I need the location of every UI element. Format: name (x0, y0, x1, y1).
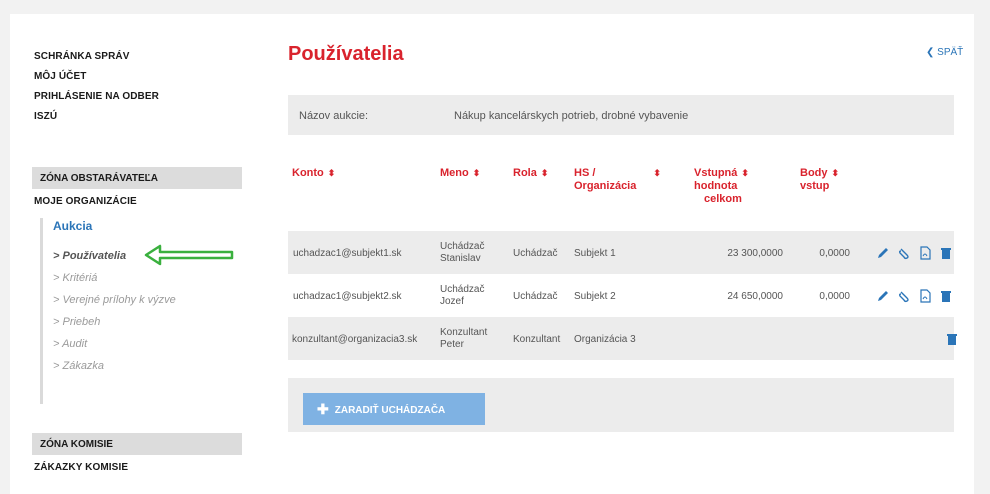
cell-name: Uchádzač Stanislav (440, 241, 485, 264)
subnav-criteria[interactable]: > Kritériá (53, 272, 97, 284)
pencil-icon[interactable] (876, 289, 890, 303)
zone-contracting-authority: ZÓNA OBSTARÁVATEĽA (32, 167, 242, 189)
column-header-name[interactable]: Meno ⬍ (440, 167, 480, 180)
auction-name-value: Nákup kancelárskych potrieb, drobné vyba… (454, 110, 689, 122)
chevron-left-icon: ❮ (926, 47, 938, 58)
cell-organization: Subjekt 1 (574, 248, 616, 259)
nav-iszu[interactable]: ISZÚ (34, 111, 57, 122)
trash-icon[interactable] (945, 332, 959, 346)
row-actions (876, 246, 953, 260)
row-actions (876, 289, 953, 303)
subnav-auction[interactable]: Aukcia (53, 219, 92, 233)
zone-label: ZÓNA OBSTARÁVATEĽA (40, 173, 158, 184)
auction-name-label: Názov aukcie: (299, 110, 369, 122)
cell-organization: Organizácia 3 (574, 334, 636, 345)
column-header-account[interactable]: Konto ⬍ (292, 167, 335, 180)
sort-icon: ⬍ (472, 168, 481, 178)
cell-account: uchadzac1@subjekt2.sk (293, 291, 402, 302)
cell-account: konzultant@organizacia3.sk (292, 334, 418, 345)
cell-account: uchadzac1@subjekt1.sk (293, 248, 402, 259)
sort-icon: ⬍ (653, 168, 661, 178)
subnav-audit[interactable]: > Audit (53, 338, 87, 350)
cell-entry-points: 0,0000 (819, 248, 850, 259)
pdf-icon[interactable] (918, 246, 932, 260)
sort-icon: ⬍ (741, 168, 749, 178)
subnav-bar (40, 218, 43, 404)
nav-my-organizations[interactable]: MOJE ORGANIZÁCIE (34, 196, 137, 207)
nav-message-box[interactable]: SCHRÁNKA SPRÁV (34, 51, 129, 62)
back-label: SPÄŤ (937, 47, 964, 58)
zone-commission: ZÓNA KOMISIE (32, 433, 242, 455)
row-actions (945, 332, 959, 346)
page-title: Používatelia (288, 43, 404, 65)
subnav-contract[interactable]: > Zákazka (53, 360, 104, 372)
subnav-users[interactable]: > Používatelia (53, 250, 126, 262)
column-header-role[interactable]: Rola ⬍ (513, 167, 548, 180)
add-applicant-button[interactable]: ✚ ZARADIŤ UCHÁDZAČA (303, 393, 485, 425)
sort-icon: ⬍ (327, 168, 336, 178)
zone-label: ZÓNA KOMISIE (40, 439, 113, 450)
cell-organization: Subjekt 2 (574, 291, 616, 302)
column-header-entry-value[interactable]: Vstupná ⬍ hodnota celkom (694, 167, 749, 206)
cell-entry-value: 24 650,0000 (727, 291, 783, 302)
cell-role: Konzultant (513, 334, 561, 345)
plus-icon: ✚ (317, 400, 329, 417)
nav-subscription[interactable]: PRIHLÁSENIE NA ODBER (34, 91, 159, 102)
cell-name: Uchádzač Jozef (440, 284, 485, 307)
cell-role: Uchádzač (513, 248, 558, 259)
paperclip-icon[interactable] (897, 289, 911, 303)
cell-entry-points: 0,0000 (819, 291, 850, 302)
subnav-progress[interactable]: > Priebeh (53, 316, 100, 328)
column-header-entry-points[interactable]: Body ⬍ vstup (800, 167, 839, 193)
sort-icon: ⬍ (540, 168, 549, 178)
cell-entry-value: 23 300,0000 (727, 248, 783, 259)
nav-my-account[interactable]: MÔJ ÚČET (34, 71, 86, 82)
sort-icon: ⬍ (831, 168, 840, 178)
paperclip-icon[interactable] (897, 246, 911, 260)
arrow-left-icon (144, 244, 234, 266)
cell-role: Uchádzač (513, 291, 558, 302)
pdf-icon[interactable] (918, 289, 932, 303)
back-link[interactable]: ❮ SPÄŤ (926, 47, 963, 58)
column-header-organization[interactable]: HS / ⬍ Organizácia (574, 167, 661, 193)
pencil-icon[interactable] (876, 246, 890, 260)
cell-name: Konzultant Peter (440, 327, 488, 350)
trash-icon[interactable] (939, 289, 953, 303)
trash-icon[interactable] (939, 246, 953, 260)
subnav-public-attachments[interactable]: > Verejné prílohy k výzve (53, 294, 176, 306)
nav-commission-contracts[interactable]: ZÁKAZKY KOMISIE (34, 462, 128, 473)
